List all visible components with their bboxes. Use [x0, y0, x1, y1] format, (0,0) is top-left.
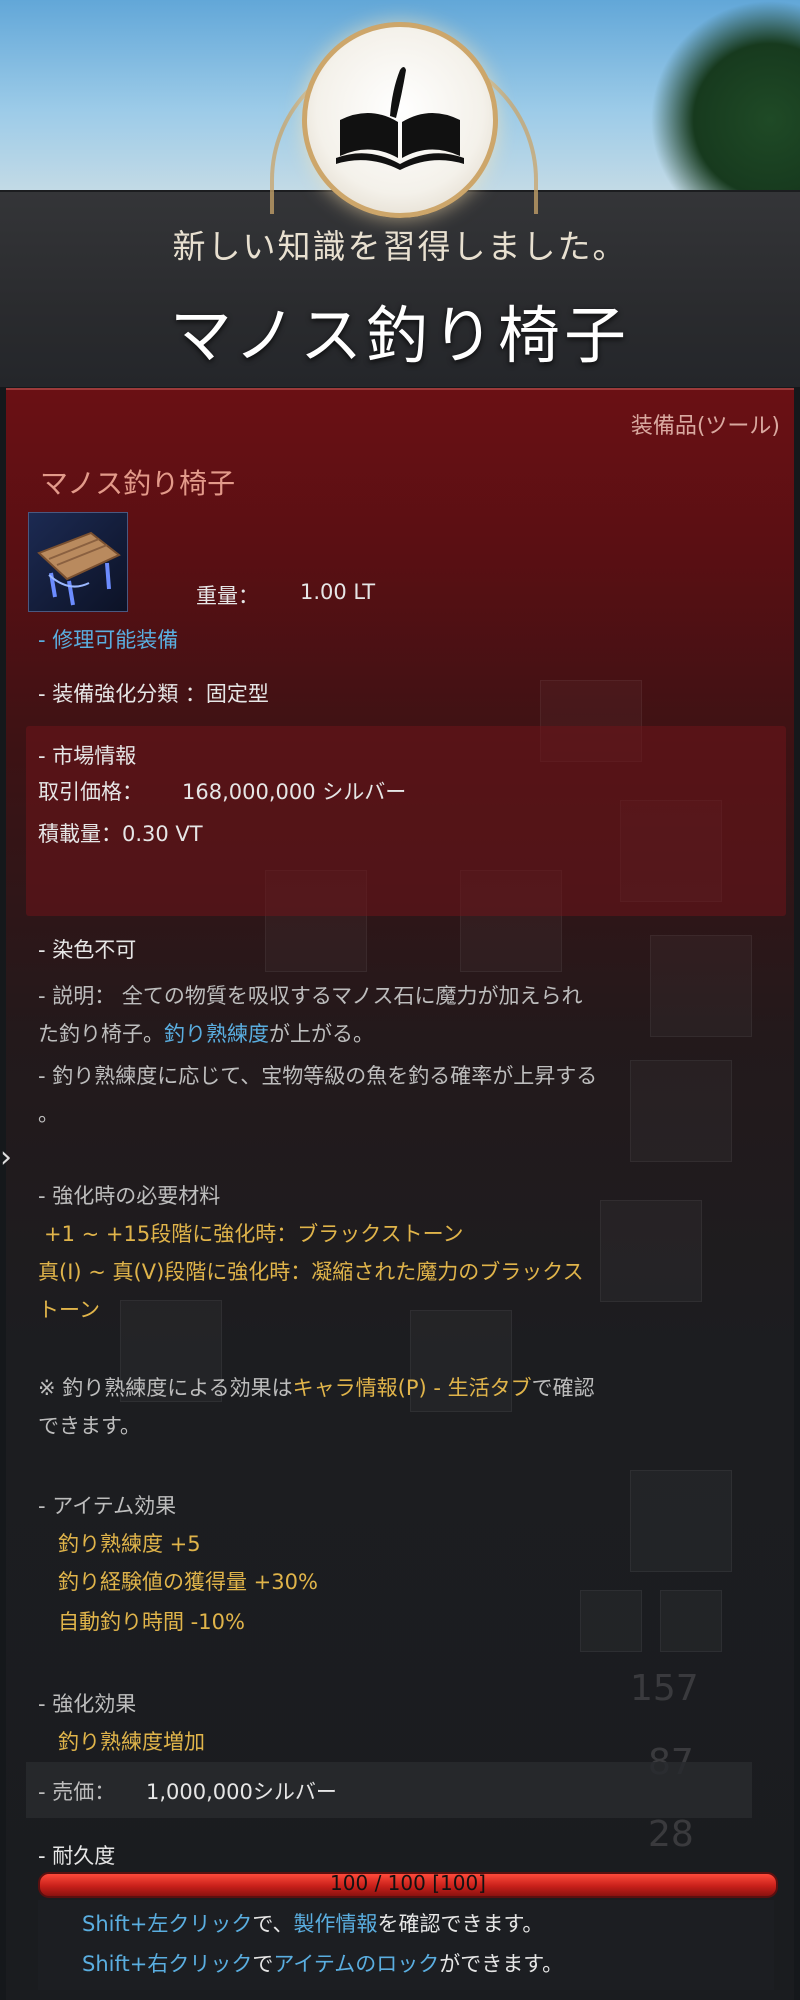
dye-info: - 染色不可	[38, 938, 137, 962]
hint-text: ができます。	[439, 1952, 564, 1976]
sale-price-value: 1,000,000シルバー	[146, 1780, 337, 1804]
shift-right-click-key: Shift+右クリック	[82, 1952, 253, 1976]
description-line: - 釣り熟練度に応じて、宝物等級の魚を釣る確率が上昇する	[38, 1064, 598, 1088]
item-lock-link[interactable]: アイテムのロック	[273, 1952, 439, 1976]
enhance-effect-header: - 強化効果	[38, 1692, 137, 1716]
repairable-text: - 修理可能装備	[38, 628, 179, 652]
weight-label: 重量：	[196, 584, 259, 608]
description-line: た釣り椅子。釣り熟練度が上がる。	[38, 1018, 374, 1048]
bg-stat-number: 28	[648, 1814, 694, 1855]
bg-slot	[580, 1590, 642, 1652]
hint-text: で、	[252, 1912, 294, 1936]
bg-stat-number: 157	[630, 1668, 699, 1709]
market-load: 積載量：0.30 VT	[38, 822, 203, 846]
hint-line: Shift+左クリックで、製作情報を確認できます。	[82, 1908, 543, 1938]
enhance-type: - 装備強化分類 ：固定型	[38, 682, 269, 706]
bg-slot	[600, 1200, 702, 1302]
hint-text: で	[252, 1952, 274, 1976]
hint-text: を確認できます。	[377, 1912, 544, 1936]
item-icon	[28, 512, 128, 612]
market-price-value: 168,000,000 シルバー	[182, 780, 407, 804]
character-info-link[interactable]: キャラ情報(P) - 生活タブ	[293, 1376, 532, 1400]
bg-slot	[630, 1470, 732, 1572]
knowledge-emblem	[302, 22, 498, 218]
market-header: - 市場情報	[38, 744, 137, 768]
item-name: マノス釣り椅子	[40, 467, 236, 500]
item-effect: 釣り経験値の獲得量 +30%	[58, 1570, 318, 1594]
durability-text: 100 / 100 [100]	[330, 1871, 486, 1895]
banner-title: マノス釣り椅子	[169, 299, 631, 372]
banner-subtitle: 新しい知識を習得しました。	[172, 227, 628, 266]
description-text: が上がる。	[269, 1022, 374, 1046]
book-quill-icon	[336, 67, 464, 170]
market-price-label: 取引価格：	[38, 780, 143, 804]
bg-slot	[660, 1590, 722, 1652]
chevron-right-icon[interactable]: ›	[0, 1140, 18, 1175]
note-text: で確認	[531, 1376, 595, 1400]
fishing-mastery-link[interactable]: 釣り熟練度	[164, 1022, 269, 1046]
durability-bar: 100 / 100 [100]	[38, 1871, 778, 1898]
tree-foliage	[650, 0, 800, 200]
bg-slot	[630, 1060, 732, 1162]
bg-slot	[650, 935, 752, 1037]
hint-line: Shift+右クリックでアイテムのロックができます。	[82, 1948, 563, 1978]
sale-price-box	[26, 1762, 752, 1818]
materials-line: トーン	[38, 1298, 100, 1322]
materials-line: +1 ~ +15段階に強化時：ブラックストーン	[44, 1222, 464, 1246]
item-effect: 釣り熟練度 +5	[58, 1532, 201, 1556]
sale-price-label: - 売価：	[38, 1780, 116, 1804]
fishing-chair-icon	[37, 531, 121, 606]
durability-header: - 耐久度	[38, 1844, 116, 1868]
item-effect: 自動釣り時間 -10%	[58, 1610, 245, 1634]
description-line: 。	[38, 1102, 59, 1126]
materials-line: 真(I) ~ 真(V)段階に強化時：凝縮された魔力のブラックス	[38, 1260, 584, 1284]
description-text: た釣り椅子。	[38, 1022, 164, 1046]
weight-value: 1.00 LT	[300, 580, 376, 604]
item-effects-header: - アイテム効果	[38, 1494, 177, 1518]
note-line: できます。	[38, 1414, 141, 1438]
enhance-effect: 釣り熟練度増加	[58, 1730, 205, 1754]
note-text: ※ 釣り熟練度による効果は	[38, 1376, 293, 1400]
materials-header: - 強化時の必要材料	[38, 1184, 221, 1208]
crafting-info-link[interactable]: 製作情報	[294, 1912, 378, 1936]
note-line: ※ 釣り熟練度による効果はキャラ情報(P) - 生活タブで確認	[38, 1372, 595, 1402]
item-category: 装備品(ツール)	[630, 414, 780, 439]
description-line: - 説明： 全ての物質を吸収するマノス石に魔力が加えられ	[38, 984, 583, 1008]
shift-left-click-key: Shift+左クリック	[82, 1912, 253, 1936]
